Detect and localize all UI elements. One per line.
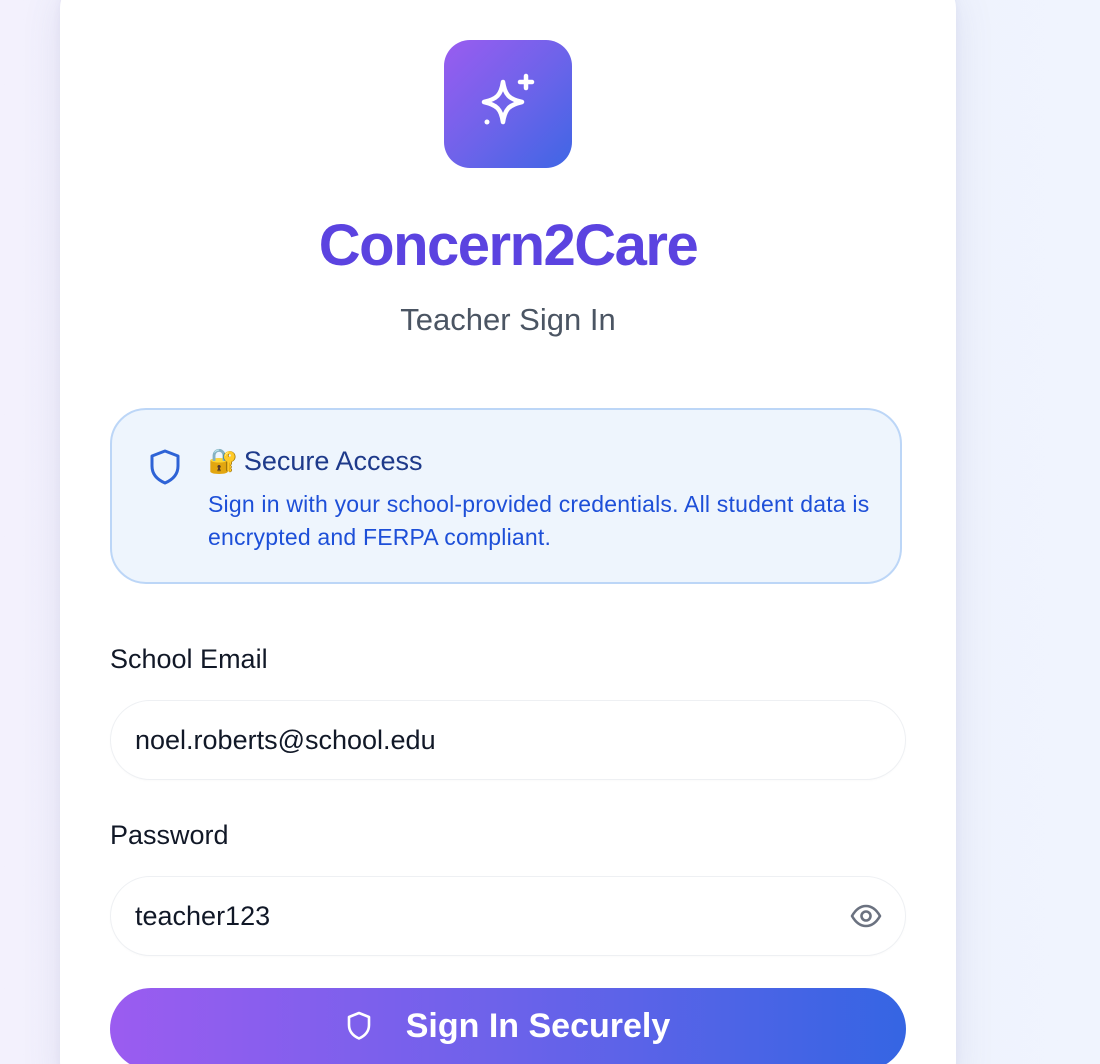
shield-icon [347, 1011, 371, 1040]
email-field[interactable] [135, 701, 835, 779]
shield-icon [150, 449, 180, 485]
brand-name: Concern2Care [318, 213, 699, 278]
email-field-container [110, 700, 906, 780]
sign-in-card: Concern2Care Teacher Sign In 🔐 Secure Ac… [60, 0, 956, 1064]
password-field[interactable] [135, 877, 835, 955]
page-subtitle: Teacher Sign In [400, 302, 616, 337]
sparkles-icon [481, 73, 535, 125]
password-label: Password [110, 820, 229, 850]
app-logo [444, 40, 572, 168]
sign-in-button[interactable]: Sign In Securely [110, 988, 906, 1064]
notice-description: Sign in with your school-provided creden… [208, 491, 870, 550]
email-label: School Email [110, 644, 268, 674]
sign-in-button-label: Sign In Securely [405, 1007, 671, 1045]
notice-title: 🔐 Secure Access [208, 442, 422, 480]
secure-access-notice: 🔐 Secure Access Sign in with your school… [110, 408, 902, 584]
eye-icon [850, 904, 882, 928]
password-field-container [110, 876, 906, 956]
lock-key-icon: 🔐 [208, 447, 238, 475]
notice-title-text: Secure Access [243, 446, 423, 476]
toggle-password-visibility-button[interactable] [849, 899, 883, 933]
